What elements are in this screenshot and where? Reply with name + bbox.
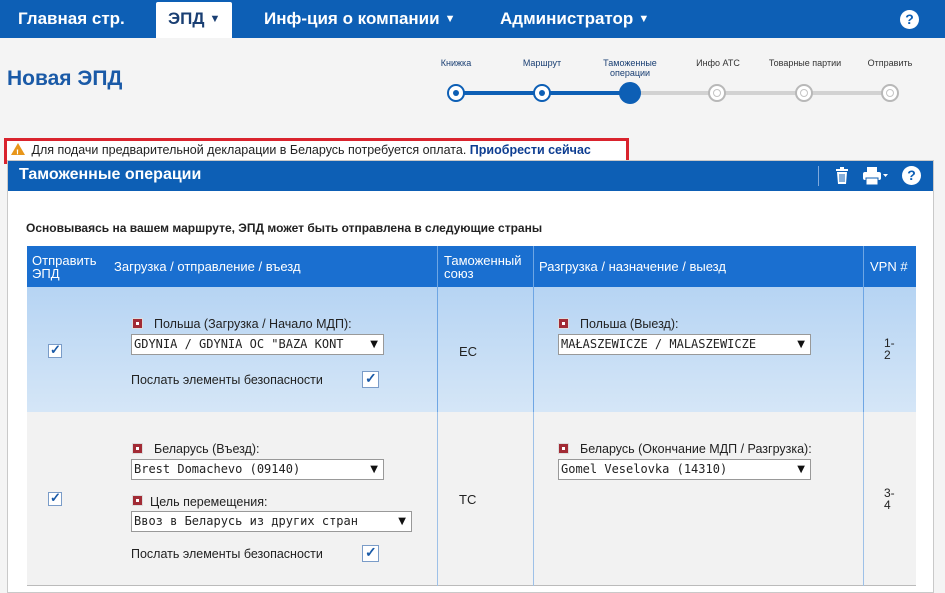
table-row: Беларусь (Въезд): Brest Domachevo (09140…: [27, 412, 916, 586]
step-label-customs-line1: Таможенные: [603, 58, 657, 68]
unloading-select[interactable]: Gomel Veselovka (14310) ▼: [558, 459, 811, 480]
table-row: Польша (Загрузка / Начало МДП): GDYNIA /…: [27, 287, 916, 412]
buy-now-link[interactable]: Приобрести сейчас: [470, 143, 591, 157]
flag-icon: [132, 443, 143, 454]
column-divider: [863, 412, 864, 586]
column-divider: [863, 287, 864, 412]
unloading-select[interactable]: MAŁASZEWICZE / MALASZEWICZE ▼: [558, 334, 811, 355]
nav-home[interactable]: Главная стр.: [18, 0, 125, 38]
step-dot-customs[interactable]: [619, 82, 641, 104]
step-label-book: Книжка: [440, 58, 472, 68]
unloading-select-value: MAŁASZEWICZE / MALASZEWICZE: [561, 337, 757, 351]
alert-text: Для подачи предварительной декларации в …: [31, 143, 467, 157]
loading-label: Беларусь (Въезд):: [154, 442, 260, 456]
chevron-down-icon: ▼: [398, 516, 406, 527]
chevron-down-icon: ▼: [370, 464, 378, 475]
nav-epd-label: ЭПД: [168, 9, 205, 28]
table-header: Отправить ЭПД Загрузка / отправление / въ…: [27, 246, 916, 287]
step-label-goods: Товарные партии: [768, 58, 842, 68]
loading-select-value: Brest Domachevo (09140): [134, 462, 301, 476]
security-checkbox[interactable]: [362, 370, 379, 388]
vpn-number: 3- 4: [884, 487, 895, 511]
step-label-customs: Таможенные операции: [590, 58, 670, 78]
vpn-line2: 2: [884, 348, 891, 362]
step-dot-route[interactable]: [533, 84, 551, 102]
step-label-send: Отправить: [867, 58, 913, 68]
customs-union: ТС: [459, 492, 477, 507]
top-navigation: Главная стр. ЭПД ▼ Инф-ция о компании ▼ Ад…: [0, 0, 945, 38]
nav-company[interactable]: Инф-ция о компании ▼: [264, 0, 455, 38]
intro-text: Основываясь на вашем маршруте, ЭПД может…: [26, 221, 543, 235]
step-dot-vehicle[interactable]: [708, 84, 726, 102]
step-label-route: Маршрут: [522, 58, 562, 68]
step-dot-send[interactable]: [881, 84, 899, 102]
warning-icon: !: [11, 143, 25, 158]
customs-operations-panel: Таможенные операции ? Основываясь на ваш…: [7, 160, 934, 593]
unloading-label: Беларусь (Окончание МДП / Разгрузка):: [580, 442, 812, 456]
purpose-label: Цель перемещения:: [150, 495, 268, 509]
column-divider: [437, 412, 438, 586]
step-label-customs-line2: операции: [609, 68, 651, 78]
purpose-select[interactable]: Ввоз в Беларусь из других стран ▼: [131, 511, 412, 532]
header-send-line2: ЭПД: [32, 266, 60, 281]
send-epd-checkbox[interactable]: [48, 342, 62, 358]
print-icon[interactable]: [863, 167, 889, 185]
vpn-number: 1- 2: [884, 337, 895, 361]
trash-icon[interactable]: [835, 167, 849, 185]
flag-icon: [558, 443, 569, 454]
purpose-select-value: Ввоз в Беларусь из других стран: [134, 514, 358, 528]
unloading-select-value: Gomel Veselovka (14310): [561, 462, 728, 476]
column-divider: [533, 412, 534, 586]
flag-icon: [132, 495, 143, 506]
chevron-down-icon: ▼: [209, 13, 221, 25]
header-divider: [533, 246, 534, 287]
panel-help-icon[interactable]: ?: [902, 166, 921, 185]
panel-header: Таможенные операции ?: [8, 161, 933, 191]
panel-title: Таможенные операции: [19, 166, 202, 183]
vpn-line2: 4: [884, 498, 891, 512]
stepper-remaining-line: [630, 91, 890, 95]
chevron-down-icon: ▼: [638, 13, 650, 25]
loading-select[interactable]: GDYNIA / GDYNIA OC "BAZA KONT ▼: [131, 334, 384, 355]
customs-union: ЕС: [459, 344, 478, 359]
flag-icon: [558, 318, 569, 329]
page-title: Новая ЭПД: [7, 67, 123, 90]
nav-epd[interactable]: ЭПД ▼: [156, 2, 233, 38]
nav-admin[interactable]: Администратор ▼: [500, 0, 649, 38]
loading-label: Польша (Загрузка / Начало МДП):: [154, 317, 352, 331]
header-divider: [437, 246, 438, 287]
step-label-vehicle: Инфо АТС: [696, 58, 740, 68]
help-icon[interactable]: ?: [900, 10, 919, 29]
column-divider: [437, 287, 438, 412]
header-divider: [863, 246, 864, 287]
chevron-down-icon: ▼: [797, 464, 805, 475]
chevron-down-icon: ▼: [370, 339, 378, 350]
loading-select-value: GDYNIA / GDYNIA OC "BAZA KONT: [134, 337, 344, 351]
security-label: Послать элементы безопасности: [131, 373, 323, 387]
security-label: Послать элементы безопасности: [131, 547, 323, 561]
step-dot-goods[interactable]: [795, 84, 813, 102]
nav-admin-label: Администратор: [500, 9, 634, 28]
flag-icon: [132, 318, 143, 329]
header-union-line2: союз: [444, 266, 474, 281]
security-checkbox[interactable]: [362, 544, 379, 562]
unloading-label: Польша (Выезд):: [580, 317, 679, 331]
header-divider: [818, 166, 819, 186]
loading-select[interactable]: Brest Domachevo (09140) ▼: [131, 459, 384, 480]
chevron-down-icon: ▼: [797, 339, 805, 350]
send-epd-checkbox[interactable]: [48, 490, 62, 506]
nav-company-label: Инф-ция о компании: [264, 9, 440, 28]
column-divider: [533, 287, 534, 412]
step-dot-book[interactable]: [447, 84, 465, 102]
chevron-down-icon: ▼: [444, 13, 456, 25]
